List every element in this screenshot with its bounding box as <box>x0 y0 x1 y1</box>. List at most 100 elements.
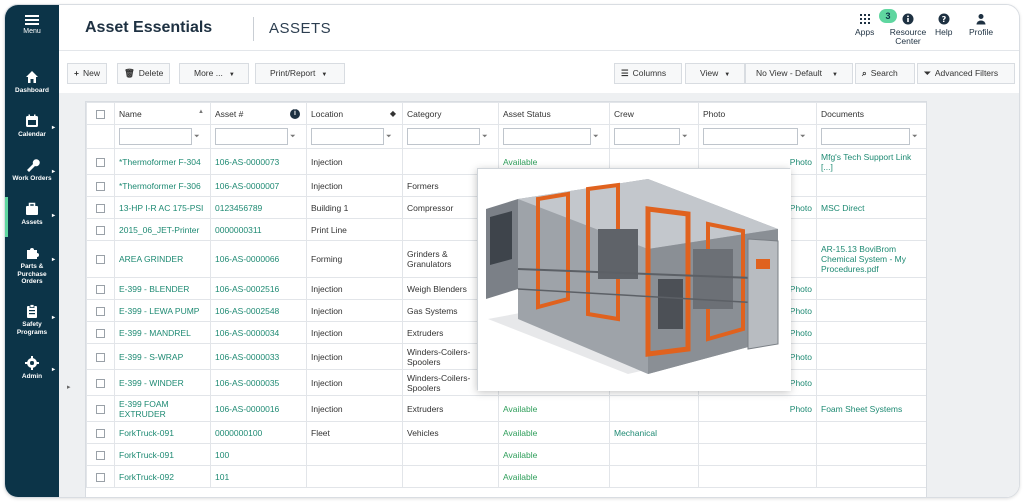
sidebar-item-safety-programs[interactable]: Safety Programs ▸ <box>5 303 59 336</box>
crew-cell[interactable] <box>609 465 699 488</box>
sidebar-item-parts-purchase-orders[interactable]: Parts & Purchase Orders ▸ <box>5 245 59 286</box>
delete-button[interactable]: 🗑 Delete <box>117 63 171 84</box>
filter-icon[interactable]: ⏷ <box>386 133 394 141</box>
asset-name-link[interactable]: ForkTruck-092 <box>114 465 211 488</box>
asset-number-link[interactable]: 106-AS-0000034 <box>210 321 307 344</box>
sidebar-item-admin[interactable]: Admin ▸ <box>5 355 59 381</box>
apps-button[interactable]: Apps <box>855 13 874 37</box>
sidebar-item-calendar[interactable]: Calendar ▸ <box>5 113 59 139</box>
column-header-documents[interactable]: Documents <box>816 102 926 125</box>
advanced-filters-button[interactable]: ⏷ Advanced Filters <box>917 63 1015 84</box>
column-header-location[interactable]: Location ◆ <box>306 102 403 125</box>
view-button[interactable]: View ▼ <box>685 63 745 84</box>
column-header-asset-status[interactable]: Asset Status <box>498 102 610 125</box>
row-checkbox[interactable] <box>96 203 105 213</box>
documents-link[interactable] <box>816 299 926 322</box>
photo-link[interactable]: Photo <box>698 395 817 422</box>
asset-number-link[interactable]: 106-AS-0002516 <box>210 277 307 300</box>
documents-filter-input[interactable] <box>821 128 910 145</box>
asset-name-link[interactable]: E-399 - S-WRAP <box>114 343 211 370</box>
column-header-crew[interactable]: Crew <box>609 102 699 125</box>
asset-status-filter-input[interactable] <box>503 128 591 145</box>
documents-link[interactable]: AR-15.13 BoviBrom Chemical System - My P… <box>816 240 926 278</box>
asset-name-link[interactable]: AREA GRINDER <box>114 240 211 278</box>
asset-name-link[interactable]: E-399 - MANDREL <box>114 321 211 344</box>
row-select-cell[interactable] <box>86 465 115 488</box>
row-select-cell[interactable] <box>86 277 115 300</box>
asset-number-link[interactable]: 0000000311 <box>210 218 307 241</box>
filter-icon[interactable]: ⏷ <box>290 133 298 141</box>
row-checkbox[interactable] <box>96 378 105 388</box>
search-button[interactable]: ⌕ Search <box>855 63 915 84</box>
new-button[interactable]: + New <box>67 63 107 84</box>
filter-icon[interactable]: ⏷ <box>593 133 601 141</box>
documents-link[interactable]: Foam Sheet Systems <box>816 395 926 422</box>
sidebar-item-assets[interactable]: Assets ▸ <box>5 197 59 237</box>
documents-link[interactable]: Mfg's Tech Support Link [...] <box>816 148 926 175</box>
profile-button[interactable]: Profile <box>969 13 993 37</box>
more-button[interactable]: More ... ▼ <box>179 63 249 84</box>
location-filter-input[interactable] <box>311 128 384 145</box>
row-select-cell[interactable] <box>86 240 115 278</box>
documents-link[interactable] <box>816 443 926 466</box>
asset-name-link[interactable]: ForkTruck-091 <box>114 421 211 444</box>
row-checkbox[interactable] <box>96 328 105 338</box>
asset-name-link[interactable]: E-399 - BLENDER <box>114 277 211 300</box>
documents-link[interactable] <box>816 421 926 444</box>
filter-icon[interactable]: ⏷ <box>800 133 808 141</box>
sidebar-item-dashboard[interactable]: Dashboard <box>5 69 59 95</box>
row-select-cell[interactable] <box>86 421 115 444</box>
column-header-photo[interactable]: Photo <box>698 102 817 125</box>
asset-name-link[interactable]: E-399 - WINDER <box>114 369 211 396</box>
asset-name-link[interactable]: *Thermoformer F-304 <box>114 148 211 175</box>
row-select-cell[interactable] <box>86 443 115 466</box>
asset-name-link[interactable]: E-399 - LEWA PUMP <box>114 299 211 322</box>
filter-icon[interactable]: ⏷ <box>482 133 490 141</box>
column-header-name[interactable]: Name ▲ <box>114 102 211 125</box>
filter-icon[interactable]: ⏷ <box>912 133 920 141</box>
table-row[interactable]: ForkTruck-091 0000000100 Fleet Vehicles Avai… <box>86 421 926 444</box>
row-select-cell[interactable] <box>86 395 115 422</box>
photo-link[interactable] <box>698 443 817 466</box>
category-filter-input[interactable] <box>407 128 480 145</box>
asset-number-link[interactable]: 106-AS-0000066 <box>210 240 307 278</box>
sidebar-item-work-orders[interactable]: Work Orders ▸ <box>5 157 59 183</box>
row-checkbox[interactable] <box>96 352 105 362</box>
asset-number-link[interactable]: 106-AS-0002548 <box>210 299 307 322</box>
row-select-cell[interactable] <box>86 321 115 344</box>
filter-icon[interactable]: ⏷ <box>194 133 202 141</box>
print-report-button[interactable]: Print/Report ▼ <box>255 63 345 84</box>
asset-number-link[interactable]: 106-AS-0000073 <box>210 148 307 175</box>
menu-button[interactable]: Menu <box>5 13 59 47</box>
asset-number-link[interactable]: 106-AS-0000033 <box>210 343 307 370</box>
info-icon[interactable]: i <box>290 109 300 119</box>
documents-link[interactable] <box>816 277 926 300</box>
expand-panel-icon[interactable]: ▸ <box>67 383 71 391</box>
asset-number-filter-input[interactable] <box>215 128 288 145</box>
column-header-category[interactable]: Category <box>402 102 499 125</box>
row-select-cell[interactable] <box>86 343 115 370</box>
asset-name-link[interactable]: ForkTruck-091 <box>114 443 211 466</box>
filter-icon[interactable]: ⏷ <box>682 133 690 141</box>
row-checkbox[interactable] <box>96 450 105 460</box>
row-checkbox[interactable] <box>96 472 105 482</box>
row-checkbox[interactable] <box>96 255 105 265</box>
documents-link[interactable] <box>816 465 926 488</box>
documents-link[interactable] <box>816 321 926 344</box>
row-checkbox[interactable] <box>96 157 105 167</box>
row-checkbox[interactable] <box>96 181 105 191</box>
asset-name-link[interactable]: E-399 FOAM EXTRUDER <box>114 395 211 422</box>
documents-link[interactable]: MSC Direct <box>816 196 926 219</box>
asset-number-link[interactable]: 0000000100 <box>210 421 307 444</box>
photo-link[interactable] <box>698 421 817 444</box>
view-select[interactable]: No View - Default ▼ <box>745 63 853 84</box>
row-checkbox[interactable] <box>96 306 105 316</box>
asset-number-link[interactable]: 100 <box>210 443 307 466</box>
row-checkbox[interactable] <box>96 428 105 438</box>
checkbox[interactable] <box>96 109 105 119</box>
row-checkbox[interactable] <box>96 404 105 414</box>
columns-button[interactable]: ☰ Columns <box>614 63 682 84</box>
table-row[interactable]: E-399 FOAM EXTRUDER 106-AS-0000016 Injecti… <box>86 395 926 422</box>
table-row[interactable]: ForkTruck-092 101 Available <box>86 465 926 488</box>
row-select-cell[interactable] <box>86 299 115 322</box>
